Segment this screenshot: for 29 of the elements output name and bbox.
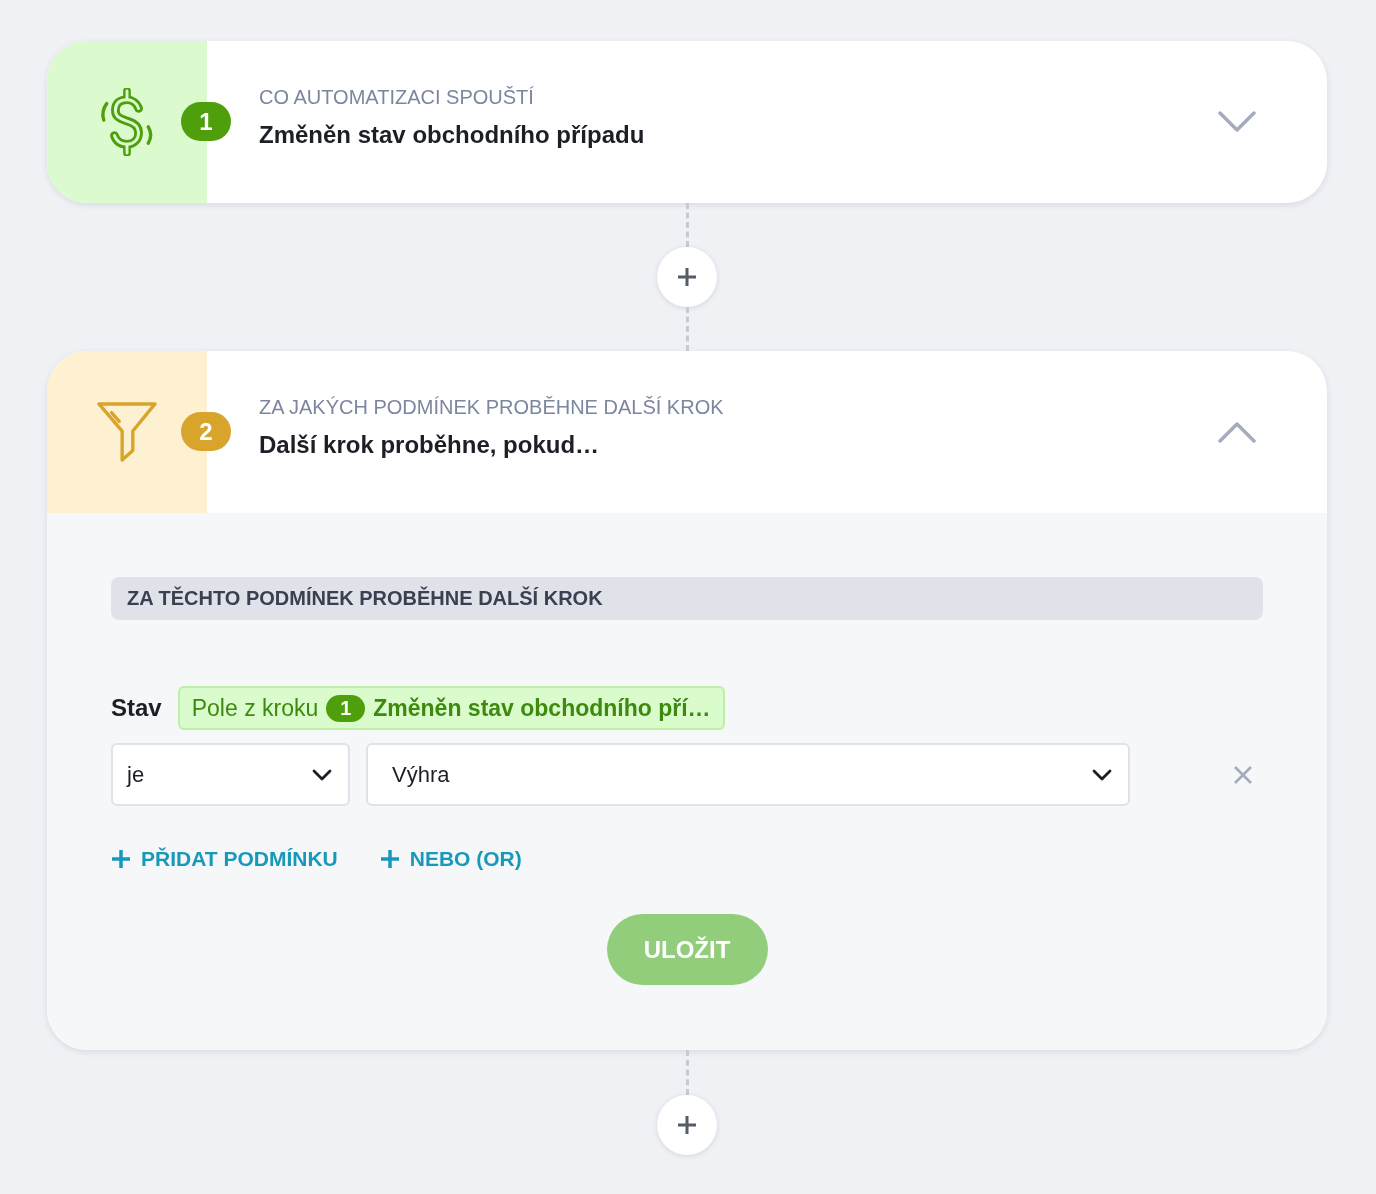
plus-icon [379, 849, 400, 869]
step-badge: 1 [326, 694, 366, 722]
chevron-down-icon [312, 768, 332, 781]
step-title: Změněn stav obchodního případu [259, 120, 645, 150]
funnel-icon [97, 402, 157, 462]
add-step-button[interactable] [657, 1095, 717, 1155]
plus-icon [111, 849, 131, 869]
add-condition-link[interactable]: PŘIDAT PODMÍNKU [111, 847, 338, 871]
value-select[interactable]: Výhra [366, 743, 1130, 806]
field-source-chip[interactable]: Pole z kroku 1 Změněn stav obchodního pří… [177, 686, 725, 730]
close-icon [1233, 764, 1253, 785]
source-prefix: Pole z kroku [191, 694, 319, 722]
step-label: CO AUTOMATIZACI SPOUŠTÍ [259, 85, 534, 109]
step-badge: 2 [181, 412, 231, 451]
step-badge: 1 [181, 102, 231, 141]
chevron-down-icon [1092, 768, 1112, 781]
chevron-down-icon[interactable] [1218, 111, 1256, 133]
source-step-name: Změněn stav obchodního pří… [373, 694, 711, 722]
step-label: ZA JAKÝCH PODMÍNEK PROBĚHNE DALŠÍ KROK [259, 395, 724, 419]
plus-icon [677, 1115, 697, 1135]
plus-icon [677, 267, 697, 287]
add-or-group-link[interactable]: NEBO (OR) [379, 847, 522, 871]
chevron-up-icon[interactable] [1218, 421, 1256, 443]
remove-condition-button[interactable] [1233, 764, 1253, 785]
operator-select[interactable]: je [111, 743, 350, 806]
step-title: Další krok proběhne, pokud… [259, 430, 600, 460]
section-heading: ZA TĚCHTO PODMÍNEK PROBĚHNE DALŠÍ KROK [111, 577, 1263, 620]
add-step-button[interactable] [657, 247, 717, 307]
field-label: Stav [111, 694, 162, 722]
